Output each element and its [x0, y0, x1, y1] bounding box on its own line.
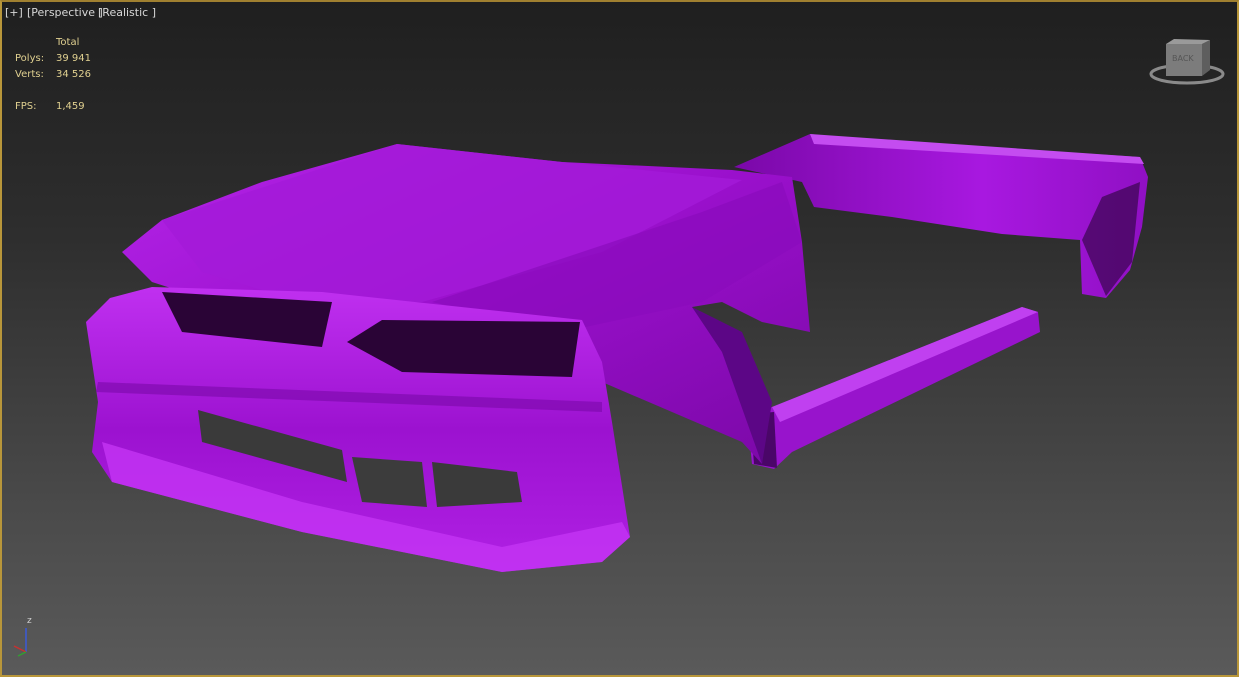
axis-z-label: z: [27, 616, 32, 626]
car-body-model[interactable]: [2, 2, 1237, 675]
viewcube-face-label[interactable]: BACK: [1172, 54, 1194, 63]
perspective-viewport[interactable]: [+] [Perspective ] [Realistic ] Total Po…: [0, 0, 1239, 677]
front-bumper: [86, 287, 630, 572]
viewcube[interactable]: BACK: [1148, 38, 1226, 90]
side-skirt: [747, 307, 1040, 469]
axis-tripod: z: [6, 614, 46, 659]
